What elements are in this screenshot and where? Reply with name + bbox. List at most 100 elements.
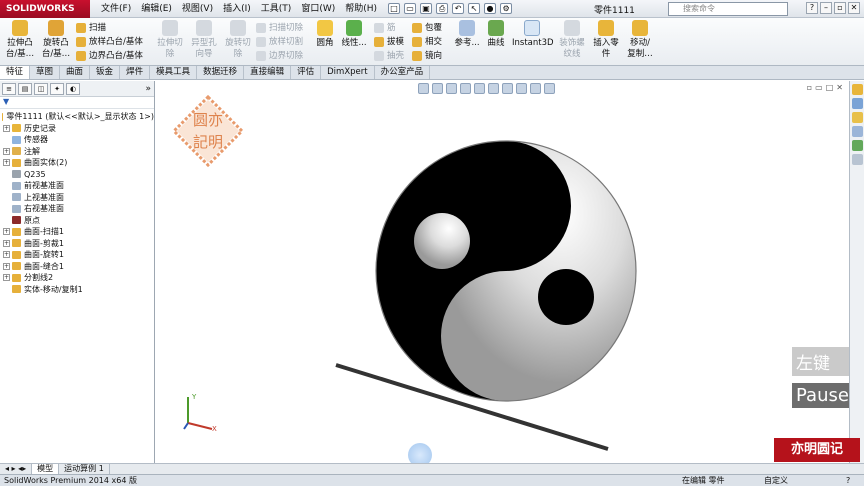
design-library-icon[interactable] (851, 98, 863, 109)
options-icon[interactable]: ⚙ (500, 3, 513, 14)
expand-toggle-icon[interactable]: + (3, 228, 10, 236)
expand-toggle-icon[interactable]: + (3, 274, 10, 282)
previous-view-icon[interactable] (446, 83, 457, 94)
expand-toggle-icon[interactable]: + (3, 262, 10, 270)
tab-model[interactable]: 模型 (32, 464, 60, 474)
file-explorer-icon[interactable] (851, 112, 863, 123)
tree-item[interactable]: + 历史记录 (0, 123, 154, 135)
tab-office-products[interactable]: 办公室产品 (375, 66, 431, 79)
expand-toggle-icon[interactable]: + (3, 159, 10, 167)
resources-icon[interactable] (851, 84, 863, 95)
filter-icon[interactable]: ▼ (0, 97, 154, 109)
menu-view[interactable]: 视图(V) (177, 0, 218, 18)
menu-edit[interactable]: 编辑(E) (136, 0, 177, 18)
view-orientation-icon[interactable] (474, 83, 485, 94)
cosmetic-thread-button[interactable]: 装饰螺 纹线 (557, 20, 587, 60)
tab-mold-tools[interactable]: 模具工具 (150, 66, 198, 79)
menu-window[interactable]: 窗口(W) (296, 0, 340, 18)
fillet-button[interactable]: 圆角 (313, 20, 337, 49)
instant3d-button[interactable]: Instant3D (512, 20, 554, 49)
extrude-cut-button[interactable]: 拉伸切 除 (154, 20, 186, 60)
tree-item[interactable]: + 曲面-旋转1 (0, 249, 154, 261)
expand-toggle-icon[interactable]: + (3, 251, 10, 259)
yin-yang-model[interactable] (326, 131, 646, 451)
tree-item[interactable]: + 曲面-剪裁1 (0, 238, 154, 250)
appearances-icon[interactable] (851, 140, 863, 151)
shell-button[interactable]: 抽壳 (374, 48, 404, 64)
tab-dimxpert[interactable]: DimXpert (321, 66, 375, 79)
boundary-cut-button[interactable]: 边界切除 (256, 48, 303, 64)
tree-item[interactable]: 实体-移动/复制1 (0, 284, 154, 296)
curves-button[interactable]: 曲线 (484, 20, 508, 49)
feature-manager-icon[interactable]: ≡ (2, 82, 16, 95)
tree-item[interactable]: 上视基准面 (0, 192, 154, 204)
scroll-arrows-icon[interactable]: ◂ ▸ ◂▸ (0, 464, 33, 474)
boundary-boss-button[interactable]: 边界凸台/基体 (76, 48, 143, 64)
tree-item[interactable]: 原点 (0, 215, 154, 227)
view-settings-icon[interactable] (544, 83, 555, 94)
property-manager-icon[interactable]: ▤ (18, 82, 32, 95)
tab-features[interactable]: 特征 (0, 66, 31, 79)
expand-toggle-icon[interactable]: + (3, 124, 10, 132)
menu-file[interactable]: 文件(F) (96, 0, 136, 18)
tree-item[interactable]: + 曲面-缝合1 (0, 261, 154, 273)
viewport-close-icon[interactable]: ✕ (836, 83, 843, 92)
help-icon[interactable]: ? (806, 2, 818, 14)
tab-surfaces[interactable]: 曲面 (60, 66, 91, 79)
custom-status[interactable]: 自定义 (764, 475, 788, 486)
expand-toggle-icon[interactable]: + (3, 147, 10, 155)
reference-geometry-button[interactable]: 参考... (452, 20, 482, 49)
open-file-icon[interactable]: ▭ (404, 3, 417, 14)
tree-item[interactable]: 传感器 (0, 134, 154, 146)
apply-scene-icon[interactable] (530, 83, 541, 94)
tab-direct-editing[interactable]: 直接编辑 (244, 66, 292, 79)
display-manager-icon[interactable]: ◐ (66, 82, 80, 95)
select-icon[interactable]: ↖ (468, 3, 481, 14)
tree-item[interactable]: + 曲面实体(2) (0, 157, 154, 169)
revolve-boss-button[interactable]: 旋转凸 台/基… (40, 20, 72, 60)
zoom-fit-icon[interactable] (418, 83, 429, 94)
restore-button[interactable]: ▫ (834, 2, 846, 14)
viewport-maximize-icon[interactable]: □ (826, 83, 834, 92)
edit-appearance-icon[interactable] (516, 83, 527, 94)
tree-item[interactable]: + 注解 (0, 146, 154, 158)
mirror-button[interactable]: 镜向 (412, 48, 442, 64)
move-copy-button[interactable]: 移动/ 复制… (625, 20, 655, 60)
tree-root-part[interactable]: 零件1111 (默认<<默认>_显示状态 1>) (0, 111, 154, 123)
tab-weldments[interactable]: 焊件 (120, 66, 151, 79)
viewport-tile-icon[interactable]: ▭ (815, 83, 823, 92)
tab-sketch[interactable]: 草图 (30, 66, 61, 79)
search-input[interactable]: 搜索命令 (668, 2, 788, 16)
tree-item[interactable]: + 分割线2 (0, 272, 154, 284)
tree-item[interactable]: 前视基准面 (0, 180, 154, 192)
insert-part-button[interactable]: 插入零 件 (591, 20, 621, 60)
linear-pattern-button[interactable]: 线性... (339, 20, 369, 49)
help-icon-status[interactable]: ? (846, 475, 850, 486)
close-button[interactable]: ✕ (848, 2, 860, 14)
save-icon[interactable]: ▣ (420, 3, 433, 14)
tab-sheet-metal[interactable]: 钣金 (90, 66, 121, 79)
hole-wizard-button[interactable]: 异型孔 向导 (188, 20, 220, 60)
view-palette-icon[interactable] (851, 126, 863, 137)
extrude-boss-button[interactable]: 拉伸凸 台/基… (4, 20, 36, 60)
tree-item[interactable]: 右视基准面 (0, 203, 154, 215)
print-icon[interactable]: ⎙ (436, 3, 449, 14)
zoom-area-icon[interactable] (432, 83, 443, 94)
display-style-icon[interactable] (488, 83, 499, 94)
custom-properties-icon[interactable] (851, 154, 863, 165)
configuration-manager-icon[interactable]: ◫ (34, 82, 48, 95)
expand-chevron-icon[interactable]: » (145, 84, 151, 94)
menu-tools[interactable]: 工具(T) (256, 0, 297, 18)
rebuild-icon[interactable]: ● (484, 3, 497, 14)
graphics-area[interactable]: ▫ ▭ □ ✕ 圆亦 記明 Y X 左键 Pause (156, 81, 849, 463)
expand-toggle-icon[interactable]: + (3, 239, 10, 247)
menu-insert[interactable]: 插入(I) (218, 0, 256, 18)
revolve-cut-button[interactable]: 旋转切 除 (222, 20, 254, 60)
new-file-icon[interactable]: □ (388, 3, 401, 14)
tab-motion-study[interactable]: 运动算例 1 (59, 464, 110, 474)
tab-evaluate[interactable]: 评估 (291, 66, 322, 79)
tree-item[interactable]: Q235 (0, 169, 154, 181)
viewport-restore-icon[interactable]: ▫ (807, 83, 812, 92)
tab-data-migration[interactable]: 数据迁移 (197, 66, 245, 79)
solidworks-logo[interactable]: SOLIDWORKS (0, 0, 90, 18)
